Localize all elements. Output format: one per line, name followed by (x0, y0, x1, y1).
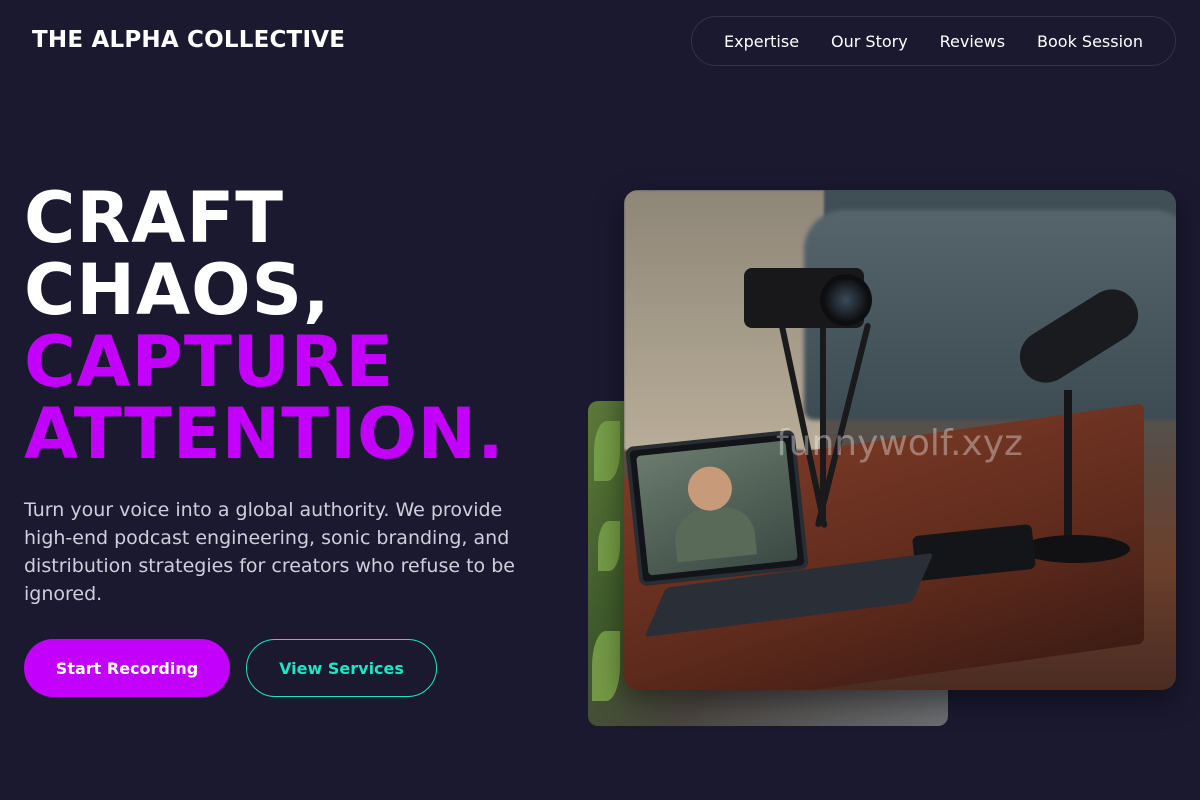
headline-line-4: ATTENTION. (24, 393, 505, 475)
nav-link-our-story[interactable]: Our Story (831, 32, 908, 51)
brand-logo[interactable]: THE ALPHA COLLECTIVE (32, 27, 345, 53)
start-recording-button[interactable]: Start Recording (24, 639, 230, 697)
camera-graphic (744, 268, 872, 328)
headline-line-1: CRAFT (24, 177, 285, 259)
nav-link-reviews[interactable]: Reviews (940, 32, 1005, 51)
nav-link-expertise[interactable]: Expertise (724, 32, 799, 51)
headline-line-3: CAPTURE (24, 321, 395, 403)
hero-description: Turn your voice into a global authority.… (24, 499, 515, 605)
nav-link-book-session[interactable]: Book Session (1037, 32, 1143, 51)
watermark-text: funnywolf.xyz (776, 423, 1023, 464)
hero-headline: CRAFT CHAOS, CAPTURE ATTENTION. (24, 182, 505, 470)
landing-page: THE ALPHA COLLECTIVE Expertise Our Story… (0, 0, 1200, 800)
main-nav: Expertise Our Story Reviews Book Session (691, 16, 1176, 66)
view-services-button[interactable]: View Services (246, 639, 437, 697)
headline-line-2: CHAOS, (24, 249, 331, 331)
